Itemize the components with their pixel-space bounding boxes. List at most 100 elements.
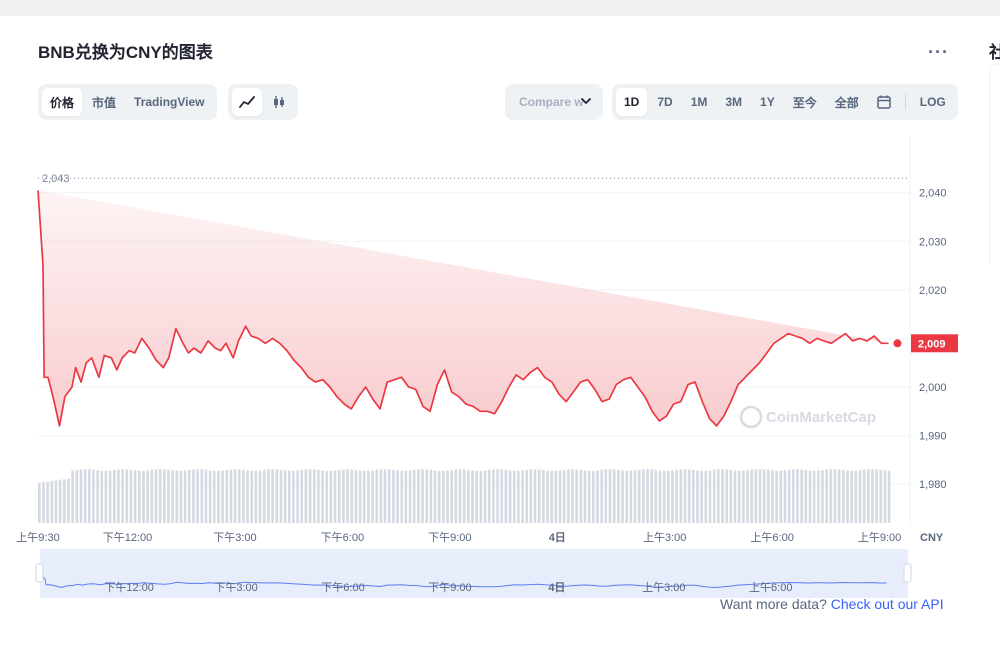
volume-bar bbox=[887, 470, 891, 523]
volume-bar bbox=[546, 470, 549, 523]
volume-bar bbox=[675, 469, 678, 523]
volume-bar bbox=[292, 470, 295, 523]
volume-bar bbox=[129, 469, 133, 523]
volume-bar bbox=[296, 470, 299, 523]
x-tick-label: 上午3:00 bbox=[643, 531, 686, 544]
volume-bar bbox=[817, 470, 820, 523]
volume-bar bbox=[237, 469, 241, 523]
volume-bar bbox=[275, 469, 279, 523]
volume-bar bbox=[692, 469, 695, 523]
volume-bar bbox=[379, 469, 383, 523]
volume-bar bbox=[308, 469, 312, 523]
volume-bar bbox=[787, 469, 791, 523]
volume-bar bbox=[492, 469, 495, 523]
volume-bar bbox=[342, 469, 345, 523]
volume-bar bbox=[687, 469, 691, 523]
volume-bar bbox=[375, 469, 379, 523]
volume-bar bbox=[417, 469, 420, 523]
volume-bar bbox=[871, 469, 874, 523]
volume-bar bbox=[108, 470, 112, 523]
volume-bar bbox=[725, 469, 728, 523]
volume-bar bbox=[825, 469, 828, 523]
volume-bar bbox=[96, 470, 99, 523]
volume-bar bbox=[521, 470, 524, 523]
y-tick-label: 2,040 bbox=[919, 188, 947, 200]
volume-bar bbox=[654, 469, 658, 523]
navigator-handle-right[interactable] bbox=[903, 563, 912, 583]
volume-bar bbox=[450, 469, 454, 523]
volume-bar bbox=[567, 469, 570, 523]
navigator-tick-label: 下午12:00 bbox=[104, 581, 154, 594]
volume-bar bbox=[171, 470, 174, 523]
volume-bar bbox=[504, 469, 508, 523]
volume-bar bbox=[404, 470, 408, 523]
volume-bar bbox=[246, 470, 249, 523]
volume-bar bbox=[92, 469, 95, 523]
volume-bar bbox=[283, 470, 287, 523]
volume-bar bbox=[629, 470, 633, 523]
volume-bar bbox=[608, 469, 612, 523]
current-price-label: 2,009 bbox=[918, 338, 946, 350]
volume-bar bbox=[658, 470, 662, 523]
volume-bar bbox=[550, 470, 553, 523]
volume-bar bbox=[829, 469, 833, 523]
volume-bar bbox=[300, 469, 304, 523]
volume-bar bbox=[842, 470, 845, 523]
volume-bar bbox=[875, 469, 878, 523]
volume-bar bbox=[146, 470, 149, 523]
volume-bar bbox=[837, 469, 841, 523]
footer-text: Want more data? bbox=[720, 596, 827, 612]
volume-bar bbox=[479, 470, 483, 523]
volume-bar bbox=[71, 470, 74, 523]
volume-bar bbox=[833, 469, 837, 523]
volume-bar bbox=[346, 469, 349, 523]
volume-bar bbox=[279, 469, 283, 523]
volume-bar bbox=[408, 470, 412, 523]
volume-bar bbox=[367, 470, 370, 523]
volume-bar bbox=[779, 470, 783, 523]
volume-bar bbox=[821, 470, 824, 523]
volume-bar bbox=[854, 470, 858, 523]
volume-bar bbox=[712, 469, 716, 523]
volume-bar bbox=[262, 469, 266, 523]
volume-bar bbox=[104, 470, 108, 523]
volume-bar bbox=[162, 469, 166, 523]
volume-bar bbox=[158, 469, 162, 523]
price-chart[interactable]: 1,9801,9902,0002,0102,0202,0302,0402,043… bbox=[0, 16, 975, 616]
volume-bar bbox=[133, 470, 137, 523]
volume-bar bbox=[767, 469, 770, 523]
navigator-tick-label: 上午3:00 bbox=[642, 581, 685, 594]
price-area-fill bbox=[38, 190, 889, 426]
watermark-text: CoinMarketCap bbox=[766, 409, 876, 426]
volume-bar bbox=[167, 469, 170, 523]
volume-bar bbox=[679, 469, 683, 523]
navigator-handle-left[interactable] bbox=[35, 563, 44, 583]
volume-bar bbox=[212, 470, 216, 523]
volume-bar bbox=[383, 469, 387, 523]
x-tick-label: 下午9:00 bbox=[428, 531, 471, 544]
volume-bar bbox=[425, 469, 429, 523]
chart-card: BNB兑换为CNY的图表 ··· 价格 市值 TradingView Compa… bbox=[0, 16, 975, 650]
volume-bar bbox=[358, 470, 362, 523]
watermark-logo-icon bbox=[739, 405, 763, 429]
volume-bar bbox=[142, 470, 145, 523]
volume-bar bbox=[487, 469, 491, 523]
volume-bar bbox=[633, 470, 637, 523]
api-link[interactable]: Check out our API bbox=[831, 596, 944, 612]
volume-bar bbox=[542, 469, 545, 523]
volume-bar bbox=[62, 479, 66, 523]
volume-bar bbox=[75, 469, 79, 523]
volume-bar bbox=[433, 470, 437, 523]
max-price-label: 2,043 bbox=[42, 173, 70, 185]
side-panel-title: 社 bbox=[989, 43, 1000, 62]
volume-bar bbox=[192, 469, 195, 523]
volume-bar bbox=[625, 470, 628, 523]
volume-bar bbox=[792, 469, 795, 523]
volume-bar bbox=[362, 470, 366, 523]
volume-bar bbox=[317, 469, 320, 523]
volume-bar bbox=[54, 480, 58, 523]
volume-bar bbox=[121, 469, 124, 523]
volume-bar bbox=[525, 469, 529, 523]
volume-bar bbox=[771, 470, 774, 523]
volume-bar bbox=[579, 469, 583, 523]
